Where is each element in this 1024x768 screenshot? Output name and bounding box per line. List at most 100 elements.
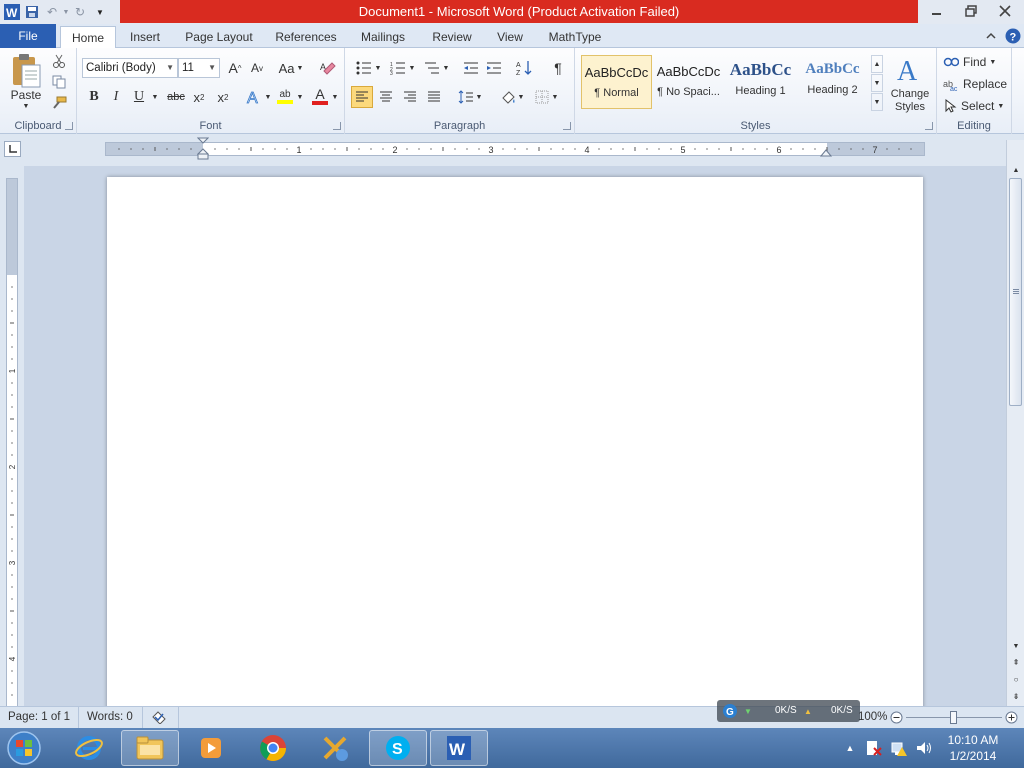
zoom-out-icon[interactable] (889, 710, 903, 724)
zoom-level[interactable]: 100% (858, 711, 887, 723)
shrink-font-icon[interactable]: Av (247, 58, 267, 78)
superscript-button[interactable]: x2 (213, 87, 233, 107)
multilevel-list-icon[interactable] (421, 58, 443, 78)
tab-references[interactable]: References (268, 26, 344, 48)
change-styles-label[interactable]: Change Styles (885, 87, 935, 115)
right-indent-marker-icon[interactable] (820, 148, 832, 158)
style-no-spacing[interactable]: AaBbCcDc ¶ No Spaci... (653, 55, 724, 109)
system-clock[interactable]: 10:10 AM 1/2/2014 (944, 732, 1002, 764)
styles-more-icon[interactable]: ▼ (871, 93, 883, 111)
taskbar-tools-app[interactable] (306, 730, 364, 766)
bullets-icon[interactable] (353, 58, 375, 78)
scrollbar-thumb[interactable] (1009, 178, 1022, 406)
word-app-icon[interactable]: W (2, 3, 22, 21)
previous-page-icon[interactable]: ⇞ (1009, 656, 1023, 668)
undo-icon[interactable]: ↶ (42, 3, 62, 21)
zoom-slider-thumb[interactable] (950, 711, 957, 724)
align-center-button[interactable] (375, 86, 397, 108)
taskbar-internet-explorer[interactable] (60, 730, 118, 766)
taskbar-explorer[interactable] (121, 730, 179, 766)
grow-font-icon[interactable]: A ^ (225, 58, 245, 78)
find-button[interactable]: Find ▼ (943, 53, 1009, 71)
tab-view[interactable]: View (488, 26, 532, 48)
font-name-dropdown-icon[interactable]: ▼ (166, 59, 174, 77)
numbering-dropdown-icon[interactable]: ▼ (407, 58, 417, 78)
indent-marker-icon[interactable] (196, 137, 210, 161)
tab-mailings[interactable]: Mailings (352, 26, 414, 48)
change-case-icon[interactable]: Aa ▼ (277, 58, 305, 78)
minimize-button[interactable] (922, 2, 952, 20)
align-right-button[interactable] (399, 86, 421, 108)
tab-file[interactable]: File (0, 24, 56, 48)
text-effects-dropdown-icon[interactable]: ▼ (263, 87, 273, 107)
underline-button[interactable]: U (129, 87, 149, 107)
close-button[interactable] (990, 2, 1020, 20)
bullets-dropdown-icon[interactable]: ▼ (373, 58, 383, 78)
action-center-icon[interactable] (864, 738, 884, 758)
tab-page-layout[interactable]: Page Layout (178, 26, 260, 48)
font-launcher-icon[interactable] (333, 122, 341, 130)
underline-dropdown-icon[interactable]: ▼ (149, 87, 161, 107)
subscript-button[interactable]: x2 (189, 87, 209, 107)
volume-icon[interactable] (914, 738, 934, 758)
network-icon[interactable] (889, 738, 909, 758)
text-effects-icon[interactable]: A (243, 87, 265, 107)
show-hidden-icons-icon[interactable]: ▲ (843, 738, 857, 758)
format-painter-icon[interactable] (50, 95, 68, 111)
font-color-dropdown-icon[interactable]: ▼ (330, 87, 340, 107)
font-size-combo[interactable]: 11 ▼ (178, 58, 220, 78)
cut-icon[interactable] (50, 53, 68, 69)
replace-button[interactable]: ab ac Replace (943, 75, 1009, 93)
vertical-ruler[interactable]: 1 2 3 4 (6, 178, 18, 708)
scroll-down-arrow-icon[interactable]: ▼ (1009, 640, 1023, 652)
style-heading-1[interactable]: AaBbCc Heading 1 (725, 55, 796, 109)
customize-qat-icon[interactable]: ▼ (90, 3, 110, 21)
clear-formatting-icon[interactable]: A (317, 58, 339, 78)
tab-home[interactable]: Home (60, 26, 116, 49)
minimize-ribbon-icon[interactable] (983, 28, 999, 44)
copy-icon[interactable] (50, 74, 68, 90)
select-button[interactable]: Select ▼ (943, 97, 1009, 115)
highlight-icon[interactable]: ab (275, 85, 295, 107)
help-icon[interactable]: ? (1004, 27, 1021, 44)
next-page-icon[interactable]: ⇟ (1009, 690, 1023, 702)
tab-insert[interactable]: Insert (120, 26, 170, 48)
undo-dropdown-icon[interactable]: ▼ (62, 3, 70, 21)
change-styles-icon[interactable]: A (893, 53, 925, 85)
restore-button[interactable] (956, 2, 986, 20)
taskbar-chrome[interactable] (244, 730, 302, 766)
decrease-indent-icon[interactable] (460, 58, 482, 78)
font-size-dropdown-icon[interactable]: ▼ (208, 59, 216, 77)
document-page[interactable] (107, 177, 923, 706)
numbering-icon[interactable]: 123 (387, 58, 409, 78)
save-icon[interactable] (22, 3, 42, 21)
line-spacing-dropdown-icon[interactable]: ▼ (474, 86, 484, 108)
zoom-in-icon[interactable] (1004, 710, 1018, 724)
word-count[interactable]: Words: 0 (87, 711, 133, 723)
font-color-icon[interactable]: A (310, 85, 330, 107)
highlight-dropdown-icon[interactable]: ▼ (295, 87, 305, 107)
styles-scroll-up-icon[interactable]: ▲ (871, 55, 883, 73)
select-browse-object-icon[interactable]: ○ (1009, 673, 1023, 685)
italic-button[interactable]: I (106, 87, 126, 107)
paragraph-launcher-icon[interactable] (563, 122, 571, 130)
font-name-combo[interactable]: Calibri (Body) ▼ (82, 58, 178, 78)
sort-icon[interactable]: AZ (513, 58, 535, 78)
network-meter-widget[interactable]: G ▼ 0K/S ▲ 0K/S (717, 700, 860, 722)
justify-button[interactable] (423, 86, 445, 108)
horizontal-ruler[interactable]: 1 2 3 4 5 6 7 (105, 137, 925, 160)
page-count[interactable]: Page: 1 of 1 (8, 711, 70, 723)
tab-selector-icon[interactable] (4, 141, 21, 157)
shading-dropdown-icon[interactable]: ▼ (516, 86, 526, 108)
increase-indent-icon[interactable] (483, 58, 505, 78)
tab-review[interactable]: Review (424, 26, 480, 48)
clipboard-launcher-icon[interactable] (65, 122, 73, 130)
paste-icon[interactable] (8, 52, 44, 90)
taskbar-word[interactable]: W (430, 730, 488, 766)
multilevel-list-dropdown-icon[interactable]: ▼ (441, 58, 451, 78)
vertical-scrollbar[interactable]: ▲ ▼ ⇞ ○ ⇟ (1006, 140, 1024, 706)
tab-mathtype[interactable]: MathType (540, 26, 610, 48)
styles-launcher-icon[interactable] (925, 122, 933, 130)
scroll-up-arrow-icon[interactable]: ▲ (1009, 164, 1023, 176)
start-button[interactable] (4, 729, 44, 767)
